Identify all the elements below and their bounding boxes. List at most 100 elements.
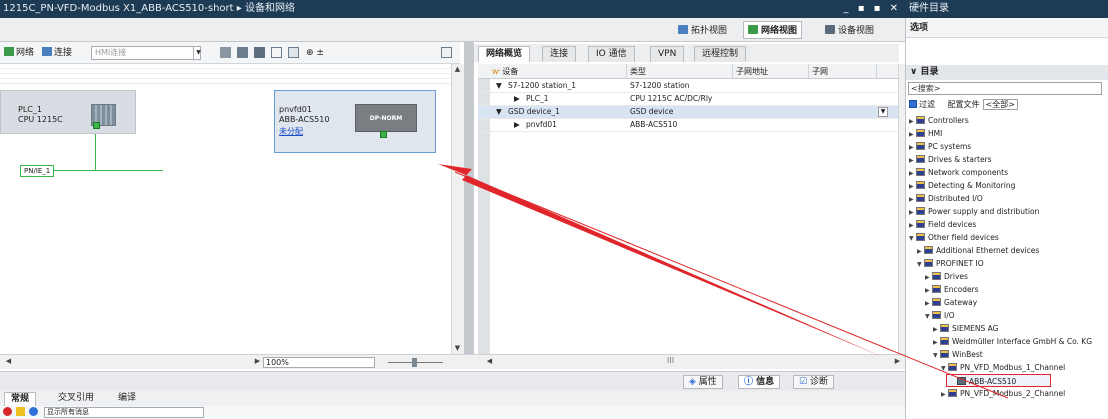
row-expander-icon[interactable]: ▼ bbox=[496, 106, 502, 118]
catalog-tree-item[interactable]: ▶ Distributed I/O bbox=[906, 192, 1108, 205]
network-canvas[interactable]: PLC_1 CPU 1215C PN/IE_1 pnvfd01 ABB-ACS5… bbox=[0, 64, 451, 354]
catalog-tree-item[interactable]: ▶ Gateway bbox=[906, 296, 1108, 309]
canvas-vertical-scrollbar[interactable]: ▲ ▼ bbox=[451, 64, 464, 354]
plc-station[interactable]: PLC_1 CPU 1215C bbox=[0, 90, 136, 134]
tab-connections[interactable]: 连接 bbox=[542, 46, 577, 62]
catalog-tree-item[interactable]: ▶ Additional Ethernet devices bbox=[906, 244, 1108, 257]
catalog-tree-item[interactable]: ▶ PC systems bbox=[906, 140, 1108, 153]
scroll-down-icon[interactable]: ▼ bbox=[452, 343, 463, 354]
catalog-search-input[interactable]: <搜索> bbox=[908, 82, 1102, 95]
message-filter-select[interactable]: 显示所有消息 bbox=[44, 407, 204, 418]
table-scroll-right-icon[interactable]: ▶ bbox=[892, 356, 903, 367]
catalog-tree-item[interactable]: ▶ PN_VFD_Modbus_2_Channel bbox=[906, 387, 1108, 400]
tab-general[interactable]: 常规 bbox=[4, 392, 37, 406]
info-button[interactable]: ⓘ 信息 bbox=[738, 375, 781, 389]
header-subnet[interactable]: 子网 bbox=[812, 66, 828, 77]
tree-item-label: Encoders bbox=[944, 285, 979, 294]
catalog-tree-item[interactable]: ▶ Field devices bbox=[906, 218, 1108, 231]
error-icon[interactable] bbox=[3, 407, 12, 416]
tab-vpn[interactable]: VPN bbox=[650, 46, 685, 62]
info-filter-icon[interactable] bbox=[29, 407, 38, 416]
catalog-tree-item[interactable]: ▼ WinBest bbox=[906, 348, 1108, 361]
tab-network-overview[interactable]: 网络概览 bbox=[478, 46, 531, 62]
catalog-tree-item[interactable]: ▶ Detecting & Monitoring bbox=[906, 179, 1108, 192]
grid-icon[interactable] bbox=[220, 47, 231, 58]
vfd-station[interactable]: pnvfd01 ABB-ACS510 未分配 DP-NORM bbox=[274, 90, 436, 153]
table-icon[interactable] bbox=[237, 47, 248, 58]
catalog-tree-item[interactable]: ▶ Controllers bbox=[906, 114, 1108, 127]
bottom-status-bar: ◀ ▶ 100% ◀ III ▶ bbox=[0, 354, 905, 369]
table-row[interactable]: ▶ PLC_1 CPU 1215C AC/DC/Rly bbox=[478, 93, 898, 106]
tab-io-communication[interactable]: IO 通信 bbox=[588, 46, 635, 62]
profile-select[interactable]: <全部> bbox=[982, 99, 1018, 110]
catalog-tree-item[interactable]: ▼ PROFINET IO bbox=[906, 257, 1108, 270]
scroll-right-icon[interactable]: ▶ bbox=[252, 356, 263, 367]
tree-expander-icon[interactable]: ▼ bbox=[909, 232, 916, 245]
header-device-label[interactable]: ⱳ 设备 bbox=[492, 66, 518, 77]
network-view-label: 网络视图 bbox=[761, 26, 798, 36]
catalog-tree-item[interactable]: ▼ Other field devices bbox=[906, 231, 1108, 244]
warning-icon[interactable] bbox=[16, 407, 25, 416]
chevron-down-icon[interactable]: ▼ bbox=[193, 47, 203, 59]
tree-expander-icon[interactable]: ▼ bbox=[941, 362, 948, 375]
network-tool[interactable]: 网络 bbox=[4, 46, 34, 60]
table-row[interactable]: ▼ GSD device_1 GSD device ▼ bbox=[478, 106, 898, 119]
general-tabs: 常规 交叉引用 编译 bbox=[0, 391, 905, 406]
table-vertical-scrollbar[interactable] bbox=[898, 64, 905, 354]
tree-item-label: Controllers bbox=[928, 116, 969, 125]
catalog-tree-item[interactable]: ▶ Network components bbox=[906, 166, 1108, 179]
properties-button[interactable]: ◈ 属性 bbox=[683, 375, 723, 389]
catalog-tree-item[interactable]: ABB-ACS510 bbox=[946, 374, 1051, 387]
tree-expander-icon[interactable]: ▶ bbox=[941, 388, 948, 401]
tree-expander-icon[interactable]: ▼ bbox=[933, 349, 940, 362]
tab-remote-control[interactable]: 远程控制 bbox=[694, 46, 747, 62]
catalog-tree-item[interactable]: ▼ I/O bbox=[906, 309, 1108, 322]
plc-port-icon[interactable] bbox=[93, 122, 100, 129]
catalog-tree-item[interactable]: ▶ HMI bbox=[906, 127, 1108, 140]
table-scroll-left-icon[interactable]: ◀ bbox=[484, 356, 495, 367]
catalog-tree-item[interactable]: ▶ Drives bbox=[906, 270, 1108, 283]
vfd-unassigned-link[interactable]: 未分配 bbox=[279, 126, 303, 137]
catalog-tree-item[interactable]: ▶ Power supply and distribution bbox=[906, 205, 1108, 218]
catalog-tree-item[interactable]: ▼ PN_VFD_Modbus_1_Channel bbox=[906, 361, 1108, 374]
diagnostics-button[interactable]: ☑ 诊断 bbox=[793, 375, 834, 389]
table-row[interactable]: ▼ S7-1200 station_1 S7-1200 station bbox=[478, 80, 898, 93]
catalog-tree-item[interactable]: ▶ SIEMENS AG bbox=[906, 322, 1108, 335]
scroll-left-icon[interactable]: ◀ bbox=[3, 356, 14, 367]
header-subnet-address[interactable]: 子网地址 bbox=[736, 66, 768, 77]
catalog-tree-item[interactable]: ▶ Drives & starters bbox=[906, 153, 1108, 166]
catalog-tree-item[interactable]: ▶ Weidmüller Interface GmbH & Co. KG bbox=[906, 335, 1108, 348]
topology-view-button[interactable]: 拓扑视图 bbox=[673, 21, 732, 39]
header-type[interactable]: 类型 bbox=[630, 66, 646, 77]
zoom-select[interactable]: 100% bbox=[263, 357, 375, 368]
layout-icon[interactable] bbox=[254, 47, 265, 58]
zoom-tool[interactable]: ⊕ ± bbox=[306, 46, 324, 60]
panel-toggle-icon[interactable] bbox=[441, 47, 452, 58]
row-expander-icon[interactable]: ▶ bbox=[514, 93, 520, 105]
zoom-slider-thumb[interactable] bbox=[412, 358, 417, 367]
catalog-header[interactable]: ∨ 目录 bbox=[906, 65, 1108, 80]
network-view-button[interactable]: 网络视图 bbox=[743, 21, 803, 39]
window-controls[interactable]: _ ▪ ▪ ✕ bbox=[844, 0, 901, 18]
catalog-tree-item[interactable]: ▶ Encoders bbox=[906, 283, 1108, 296]
device-view-button[interactable]: 设备视图 bbox=[820, 21, 879, 39]
filter-checkbox[interactable] bbox=[909, 100, 917, 108]
row-expander-icon[interactable]: ▶ bbox=[514, 119, 520, 131]
table-row[interactable]: ▶ pnvfd01 ABB-ACS510 bbox=[478, 119, 898, 132]
tree-expander-icon[interactable]: ▼ bbox=[925, 310, 932, 323]
pane-splitter[interactable] bbox=[464, 42, 474, 354]
hmi-connection-select[interactable]: HMI连接 bbox=[91, 46, 201, 60]
tab-cross-reference[interactable]: 交叉引用 bbox=[52, 392, 100, 406]
tab-compile[interactable]: 编译 bbox=[112, 392, 142, 406]
table-scroll-marker[interactable]: III bbox=[667, 356, 674, 365]
fit-icon[interactable] bbox=[271, 47, 282, 58]
vfd-port-icon[interactable] bbox=[380, 131, 387, 138]
tree-expander-icon[interactable]: ▼ bbox=[917, 258, 924, 271]
row-expander-icon[interactable]: ▼ bbox=[496, 80, 502, 92]
page-icon[interactable] bbox=[288, 47, 299, 58]
scroll-up-icon[interactable]: ▲ bbox=[452, 64, 463, 75]
connect-tool[interactable]: 连接 bbox=[42, 46, 72, 60]
row-dropdown-icon[interactable]: ▼ bbox=[878, 107, 888, 117]
subnet-label[interactable]: PN/IE_1 bbox=[20, 165, 55, 177]
tree-item-label: PN_VFD_Modbus_1_Channel bbox=[960, 363, 1066, 372]
